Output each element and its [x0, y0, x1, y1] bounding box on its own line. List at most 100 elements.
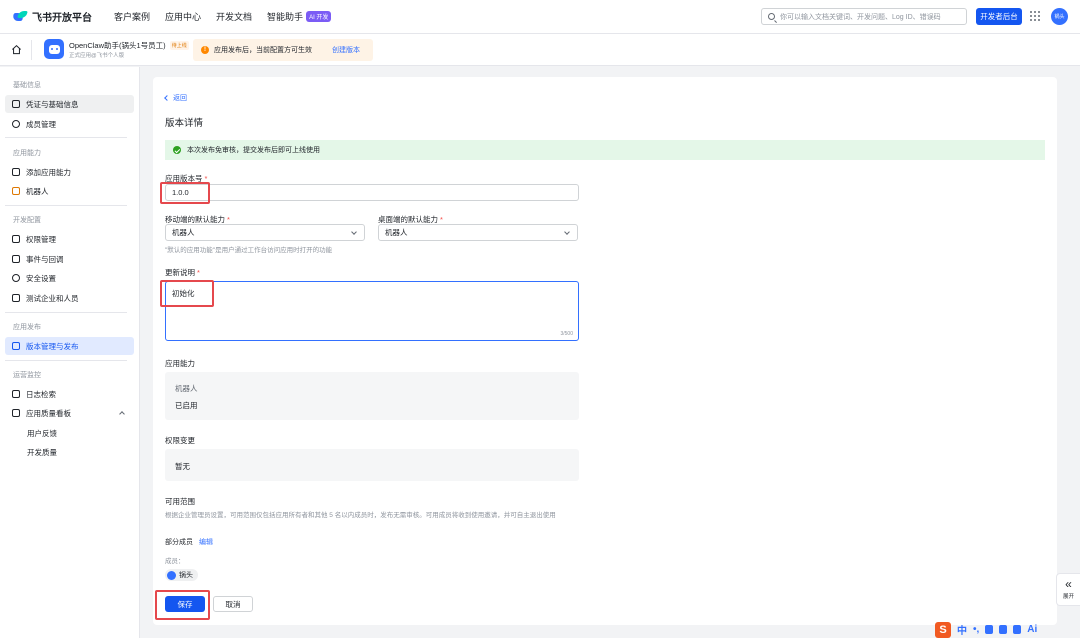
sidebar-item-quality-board[interactable]: 应用质量看板	[5, 404, 134, 422]
sidebar-item-test-enterprise[interactable]: 测试企业和人员	[5, 289, 134, 307]
release-notes-textarea[interactable]: 初始化 3/500	[165, 281, 579, 341]
sidebar-item-label: 凭证与基础信息	[26, 99, 79, 109]
avatar	[167, 570, 176, 580]
app-subtitle: 正式应用@飞书个人版	[69, 53, 125, 59]
ime-punctuation-toggle[interactable]: •,	[973, 624, 979, 635]
skin-icon[interactable]	[1013, 625, 1022, 634]
char-counter: 3/500	[560, 331, 573, 337]
app-name[interactable]: OpenClaw助手(锅头1号员工) 待上线	[69, 40, 189, 51]
sidebar-item-dev-quality[interactable]: 开发质量	[5, 443, 134, 461]
robot-icon	[12, 187, 20, 195]
user-avatar[interactable]: 锅头	[1051, 8, 1068, 25]
sidebar-item-permissions[interactable]: 权限管理	[5, 230, 134, 248]
sidebar-item-credentials[interactable]: 凭证与基础信息	[5, 95, 134, 113]
sidebar-divider	[5, 312, 127, 313]
sidebar-item-user-feedback[interactable]: 用户反馈	[5, 424, 134, 442]
version-label-text: 应用版本号	[165, 174, 203, 183]
permission-change-panel: 暂无	[165, 449, 579, 481]
sidebar-item-add-capability[interactable]: 添加应用能力	[5, 163, 134, 181]
sidebar-item-label: 日志检索	[26, 389, 56, 399]
default-capability-hint: "默认的应用功能"是用户通过工作台访问应用时打开的功能	[165, 247, 333, 254]
search-input[interactable]: 你可以输入文档关键词、开发问题、Log ID、错误码	[761, 8, 967, 25]
ai-badge: AI 开发	[306, 11, 332, 22]
release-notice: ! 应用发布后，当前配置方可生效 创建版本	[193, 39, 373, 61]
nav-link-docs[interactable]: 开发文档	[216, 10, 252, 23]
warning-icon: !	[201, 46, 209, 54]
capability-name: 机器人	[175, 384, 198, 393]
expand-label: 展开	[1062, 594, 1074, 600]
sidebar-group-release: 应用发布	[13, 324, 41, 331]
check-circle-icon	[173, 146, 181, 154]
sogou-logo-icon[interactable]: S	[935, 621, 951, 638]
version-detail-card: 返回 版本详情 本次发布免审核，提交发布后即可上线使用 应用版本号 * 1.0.0…	[153, 77, 1057, 625]
chevron-down-icon	[564, 229, 570, 235]
user-icon	[12, 120, 20, 128]
nav-link-cases[interactable]: 客户案例	[114, 10, 150, 23]
microphone-icon[interactable]	[985, 625, 994, 634]
home-icon[interactable]	[11, 44, 22, 55]
nav-link-assistant-label: 智能助手	[267, 12, 304, 22]
event-icon	[12, 255, 20, 263]
sidebar-item-version-release[interactable]: 版本管理与发布	[5, 337, 134, 355]
dev-console-button[interactable]: 开发者后台	[976, 8, 1022, 25]
success-text: 本次发布免审核，提交发布后即可上线使用	[187, 147, 320, 154]
scope-description: 根据企业管理员设置，可用范围仅包括应用所有者和其他 5 名以内成员时，发布无需审…	[165, 512, 556, 519]
nav-link-app-center[interactable]: 应用中心	[165, 10, 201, 23]
sidebar-item-label: 权限管理	[26, 234, 56, 244]
double-chevron-left-icon: «	[1065, 577, 1072, 591]
required-mark: *	[440, 215, 443, 224]
sidebar-group-dev-config: 开发配置	[13, 217, 41, 224]
sidebar-item-bot[interactable]: 机器人	[5, 182, 134, 200]
create-version-link[interactable]: 创建版本	[332, 45, 360, 55]
save-button[interactable]: 保存	[165, 596, 205, 612]
member-chip: 锅头	[165, 569, 198, 581]
ime-ai-button[interactable]: Ai	[1027, 624, 1037, 635]
required-mark: *	[227, 215, 230, 224]
cancel-button[interactable]: 取消	[213, 596, 253, 612]
sidebar-divider	[5, 360, 127, 361]
app-robot-icon	[44, 39, 64, 59]
success-banner: 本次发布免审核，提交发布后即可上线使用	[165, 140, 1045, 160]
back-link[interactable]: 返回	[164, 93, 187, 103]
sidebar-item-log-search[interactable]: 日志检索	[5, 385, 134, 403]
mobile-default-value: 机器人	[172, 228, 195, 237]
scope-mode: 部分成员	[165, 539, 193, 546]
permission-change-label: 权限变更	[165, 436, 195, 445]
sidebar-item-events[interactable]: 事件与回调	[5, 250, 134, 268]
credentials-icon	[12, 100, 20, 108]
test-icon	[12, 294, 20, 302]
member-name: 锅头	[179, 572, 193, 579]
mobile-default-select[interactable]: 机器人	[165, 224, 365, 241]
app-name-text: OpenClaw助手(锅头1号员工)	[69, 41, 166, 50]
status-badge: 待上线	[169, 41, 189, 50]
desktop-default-label-text: 桌面端的默认能力	[378, 215, 438, 224]
release-notes-value: 初始化	[172, 289, 195, 298]
app-grid-icon[interactable]	[1030, 11, 1040, 21]
search-placeholder: 你可以输入文档关键词、开发问题、Log ID、错误码	[780, 13, 941, 21]
sidebar-item-security[interactable]: 安全设置	[5, 269, 134, 287]
version-value: 1.0.0	[172, 188, 189, 197]
members-label: 成员：	[165, 558, 185, 565]
sidebar-group-ops: 运营监控	[13, 372, 41, 379]
desktop-default-select[interactable]: 机器人	[378, 224, 578, 241]
sidebar-item-label: 用户反馈	[27, 428, 57, 438]
ime-mode-toggle[interactable]: 中	[957, 622, 967, 637]
scope-edit-link[interactable]: 编辑	[199, 537, 213, 547]
expand-panel-button[interactable]: « 展开	[1056, 573, 1080, 606]
sidebar-item-label: 事件与回调	[26, 254, 64, 264]
page-title: 版本详情	[165, 118, 204, 129]
nav-link-assistant[interactable]: 智能助手 AI 开发	[267, 10, 332, 23]
sidebar-item-label: 成员管理	[26, 119, 56, 129]
keyboard-icon[interactable]	[999, 625, 1008, 634]
capability-label: 应用能力	[165, 359, 195, 368]
platform-logo[interactable]: 飞书开放平台	[13, 9, 92, 24]
sidebar-group-capability: 应用能力	[13, 150, 41, 157]
release-notes-label: 更新说明 *	[165, 267, 200, 278]
sidebar-divider	[5, 137, 127, 138]
sidebar-item-members[interactable]: 成员管理	[5, 115, 134, 133]
mobile-default-label-text: 移动端的默认能力	[165, 215, 225, 224]
version-label: 应用版本号 *	[165, 173, 207, 184]
sidebar-divider	[5, 205, 127, 206]
scope-label: 可用范围	[165, 497, 195, 506]
version-input[interactable]: 1.0.0	[165, 184, 579, 201]
